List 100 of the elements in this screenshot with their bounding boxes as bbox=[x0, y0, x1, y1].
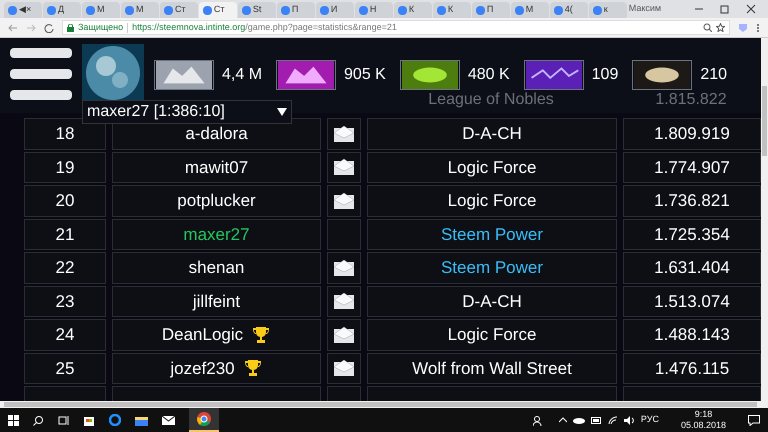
favicon-icon bbox=[476, 6, 485, 14]
alliance-name[interactable]: D-A-CH bbox=[462, 121, 522, 146]
alliance-name[interactable]: Steem Power bbox=[440, 255, 544, 280]
crystal-resource-icon bbox=[276, 60, 336, 90]
player-name[interactable]: shenan bbox=[188, 255, 244, 280]
lock-icon bbox=[67, 24, 74, 32]
restore-icon[interactable] bbox=[720, 4, 730, 14]
player-name[interactable]: jillfeint bbox=[192, 288, 240, 314]
notification-icon[interactable] bbox=[748, 414, 760, 426]
browser-tab[interactable]: ◀× bbox=[4, 2, 42, 18]
cloud-icon[interactable] bbox=[572, 416, 585, 424]
browser-tab[interactable]: М bbox=[510, 2, 549, 18]
rank-cell: 19 bbox=[24, 152, 106, 183]
store-icon[interactable] bbox=[83, 414, 95, 426]
envelope-icon[interactable] bbox=[333, 124, 355, 143]
close-icon[interactable] bbox=[746, 4, 756, 14]
chrome-taskbar-button[interactable] bbox=[189, 408, 219, 432]
menu-button[interactable] bbox=[10, 48, 72, 100]
planet-dropdown[interactable]: maxer27 [1:386:10] bbox=[82, 100, 292, 124]
player-name[interactable]: potplucker bbox=[177, 188, 256, 214]
task-view-icon[interactable] bbox=[58, 414, 69, 426]
player-name[interactable]: DeanLogic bbox=[162, 322, 244, 348]
rank-cell: 23 bbox=[24, 286, 106, 317]
browser-tab[interactable]: М bbox=[120, 2, 159, 18]
envelope-icon[interactable] bbox=[333, 192, 355, 210]
points-cell: 1.774.907 bbox=[623, 152, 761, 183]
address-field[interactable]: Защищено https://steemnova.intinte.org/game.php?page=statistics&range=21 bbox=[62, 20, 730, 35]
alliance-name[interactable]: Logic Force bbox=[448, 322, 536, 348]
player-name[interactable]: a-dalora bbox=[185, 121, 248, 146]
favicon-icon bbox=[514, 6, 524, 14]
points-cell: 1.488.143 bbox=[623, 319, 761, 350]
clock[interactable]: 9:18 05.08.2018 bbox=[680, 409, 726, 431]
browser-tab[interactable]: St bbox=[238, 2, 276, 18]
star-icon[interactable] bbox=[716, 23, 725, 32]
horizontal-scrollbar[interactable] bbox=[0, 401, 761, 408]
language-indicator[interactable]: РУС bbox=[640, 413, 659, 427]
rank-cell: 20 bbox=[24, 185, 106, 216]
metal-resource-icon bbox=[154, 60, 214, 90]
browser-tab[interactable]: Д bbox=[42, 2, 81, 18]
menu-icon[interactable] bbox=[756, 22, 760, 32]
envelope-icon[interactable] bbox=[333, 292, 355, 310]
browser-tab[interactable]: к bbox=[588, 2, 627, 18]
volume-icon[interactable] bbox=[624, 416, 635, 424]
envelope-icon[interactable] bbox=[333, 359, 355, 378]
alliance-name[interactable]: Logic Force bbox=[448, 154, 536, 180]
favicon-icon bbox=[242, 6, 251, 14]
back-icon[interactable] bbox=[8, 22, 18, 32]
points-cell: 1.513.074 bbox=[623, 286, 761, 317]
edge-browser-icon[interactable] bbox=[109, 414, 121, 426]
envelope-icon[interactable] bbox=[333, 326, 355, 344]
alliance-name[interactable]: Wolf from Wall Street bbox=[412, 356, 572, 381]
browser-tab[interactable]: М bbox=[82, 2, 120, 18]
favicon-icon bbox=[86, 6, 95, 14]
rank-cell: 25 bbox=[24, 352, 106, 384]
favicon-icon bbox=[164, 6, 173, 14]
browser-tab[interactable]: П bbox=[276, 2, 315, 18]
chevron-up-icon[interactable] bbox=[558, 417, 567, 423]
search-icon[interactable] bbox=[33, 414, 44, 426]
favicon-icon bbox=[554, 6, 563, 14]
url-text: https://steemnova.intinte.org/game.php?page=statistics&range=21 bbox=[132, 20, 397, 34]
reload-icon[interactable] bbox=[44, 22, 54, 32]
zoom-icon[interactable] bbox=[703, 23, 712, 32]
folder-icon[interactable] bbox=[135, 414, 148, 426]
profile-name[interactable]: Максим bbox=[628, 2, 662, 16]
player-name[interactable]: maxer27 bbox=[183, 222, 250, 247]
favicon-icon bbox=[124, 6, 134, 14]
resource-amount: 109 bbox=[592, 65, 618, 85]
battery-icon[interactable] bbox=[590, 416, 602, 424]
player-name[interactable]: jozef230 bbox=[170, 356, 235, 381]
alliance-name[interactable]: Steem Power bbox=[440, 222, 544, 247]
resource-amount: 210 bbox=[700, 65, 728, 85]
browser-tab[interactable]: И bbox=[316, 2, 354, 18]
chrome-icon bbox=[197, 412, 211, 426]
mail-icon[interactable] bbox=[162, 415, 175, 425]
points-cell: 1.809.919 bbox=[623, 118, 761, 150]
browser-tab[interactable]: К bbox=[394, 2, 432, 18]
darkmatter-resource-icon bbox=[632, 60, 692, 90]
envelope-icon[interactable] bbox=[333, 158, 355, 176]
browser-tab[interactable]: Ст bbox=[160, 2, 198, 18]
favicon-icon bbox=[358, 6, 368, 14]
envelope-icon[interactable] bbox=[333, 258, 355, 277]
planet-icon[interactable] bbox=[82, 44, 144, 102]
browser-tab[interactable]: 4( bbox=[550, 2, 588, 18]
trophy-icon bbox=[242, 358, 263, 378]
player-name[interactable]: mawit07 bbox=[184, 154, 248, 180]
alliance-name[interactable]: D-A-CH bbox=[462, 288, 522, 314]
favicon-icon bbox=[320, 6, 329, 14]
favicon-icon bbox=[8, 6, 17, 14]
vertical-scrollbar[interactable] bbox=[761, 38, 768, 408]
browser-tab[interactable]: К bbox=[432, 2, 471, 18]
alliance-name[interactable]: Logic Force bbox=[448, 188, 536, 214]
favicon-icon bbox=[436, 6, 446, 14]
rank-cell: 21 bbox=[24, 218, 106, 250]
favicon-icon bbox=[280, 6, 290, 14]
rank-cell: 24 bbox=[24, 319, 106, 350]
wifi-icon[interactable] bbox=[608, 416, 618, 424]
browser-tab[interactable]: П bbox=[472, 2, 510, 18]
windows-start-icon[interactable] bbox=[8, 414, 19, 426]
browser-tab[interactable]: Ст bbox=[198, 2, 237, 18]
browser-tab[interactable]: Н bbox=[354, 2, 393, 18]
